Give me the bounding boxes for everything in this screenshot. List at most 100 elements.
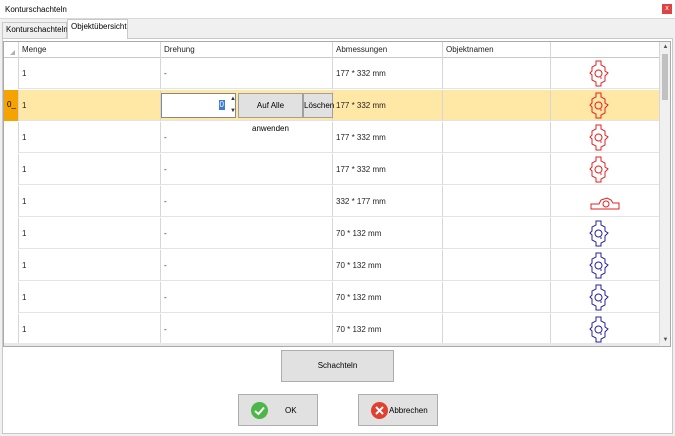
window-title: Konturschachteln [5, 5, 67, 14]
contour-shape-icon [589, 284, 609, 311]
cell-shape [551, 218, 660, 249]
spin-up-icon[interactable]: ▲ [229, 93, 237, 105]
cell-menge[interactable]: 1 [19, 58, 161, 89]
abbrechen-button[interactable]: Abbrechen [358, 394, 438, 426]
abbrechen-label: Abbrechen [389, 406, 428, 415]
table-row[interactable]: 1-177 * 332 mm [4, 154, 660, 185]
cell-shape [551, 314, 660, 345]
cell-abmessungen: 70 * 132 mm [333, 314, 443, 345]
table-row[interactable]: 1-332 * 177 mm [4, 186, 660, 217]
column-header-objektnamen[interactable]: Objektnamen [443, 42, 551, 58]
row-header[interactable] [4, 58, 19, 89]
table-row[interactable]: 1-70 * 132 mm [4, 218, 660, 249]
contour-shape-icon [590, 197, 620, 210]
contour-shape-icon [589, 60, 609, 87]
row-header[interactable] [4, 250, 19, 281]
object-grid[interactable]: Menge Drehung Abmessungen Objektnamen 1-… [3, 41, 671, 347]
scroll-thumb[interactable] [662, 54, 668, 100]
cell-objektnamen [443, 186, 551, 217]
tab-konturschachteln[interactable]: Konturschachteln [2, 22, 68, 38]
column-header-menge[interactable]: Menge [19, 42, 161, 58]
cell-objektnamen [443, 90, 551, 121]
cell-abmessungen: 70 * 132 mm [333, 218, 443, 249]
table-row[interactable]: 1-70 * 132 mm [4, 314, 660, 345]
cell-drehung[interactable]: - [161, 250, 333, 281]
column-header-drehung[interactable]: Drehung [161, 42, 333, 58]
cell-abmessungen: 332 * 177 mm [333, 186, 443, 217]
cell-objektnamen [443, 218, 551, 249]
table-row[interactable]: 0_ 1 0 ▲ ▼ Auf Alle anwenden Löschen 177 * 332 … [4, 90, 660, 133]
cell-abmessungen: 70 * 132 mm [333, 250, 443, 281]
cell-drehung[interactable]: - [161, 186, 333, 217]
table-row[interactable]: 1-70 * 132 mm [4, 250, 660, 281]
cell-objektnamen [443, 314, 551, 345]
drehung-stepper[interactable]: ▲ ▼ [229, 93, 237, 118]
delete-button[interactable]: Löschen [303, 93, 334, 118]
cell-abmessungen: 70 * 132 mm [333, 282, 443, 313]
cell-menge[interactable]: 1 [19, 122, 161, 153]
row-header[interactable] [4, 154, 19, 185]
contour-shape-icon [589, 316, 609, 343]
cell-shape [551, 154, 660, 185]
contour-shape-icon [589, 92, 609, 119]
drehung-value: 0 [218, 100, 225, 110]
drehung-input[interactable]: 0 [161, 93, 236, 118]
row-pointer: 0_ [7, 100, 16, 109]
check-circle-icon [251, 402, 268, 419]
close-icon[interactable]: x [662, 4, 672, 14]
row-header[interactable]: 0_ [4, 90, 19, 121]
column-header-abmessungen[interactable]: Abmessungen [333, 42, 443, 58]
cell-objektnamen [443, 58, 551, 89]
contour-shape-icon [589, 252, 609, 279]
cell-drehung[interactable]: - [161, 58, 333, 89]
cell-drehung[interactable]: - [161, 218, 333, 249]
cell-menge[interactable]: 1 [19, 218, 161, 249]
row-header[interactable] [4, 282, 19, 313]
cell-drehung[interactable]: - [161, 314, 333, 345]
cell-objektnamen [443, 154, 551, 185]
contour-shape-icon [589, 124, 609, 151]
row-header[interactable] [4, 186, 19, 217]
cell-shape [551, 186, 660, 217]
ok-button[interactable]: OK [238, 394, 318, 426]
cell-menge[interactable]: 1 [19, 90, 161, 121]
grid-header: Menge Drehung Abmessungen Objektnamen [4, 42, 660, 58]
vertical-scrollbar[interactable]: ▲ ▼ [659, 42, 670, 346]
x-circle-icon [371, 402, 388, 419]
row-header[interactable] [4, 122, 19, 153]
schachteln-button[interactable]: Schachteln [281, 350, 394, 382]
tab-objektuebersicht[interactable]: Objektübersicht [67, 19, 128, 39]
cell-menge[interactable]: 1 [19, 154, 161, 185]
contour-shape-icon [589, 220, 609, 247]
spin-down-icon[interactable]: ▼ [229, 105, 237, 117]
cell-shape [551, 122, 660, 153]
cell-abmessungen: 177 * 332 mm [333, 154, 443, 185]
cell-abmessungen: 177 * 332 mm [333, 90, 443, 121]
ok-label: OK [285, 406, 297, 415]
cell-objektnamen [443, 250, 551, 281]
apply-all-button[interactable]: Auf Alle anwenden [238, 93, 303, 133]
cell-menge[interactable]: 1 [19, 314, 161, 345]
cell-drehung[interactable]: - [161, 122, 333, 153]
cell-shape [551, 90, 660, 121]
cell-shape [551, 250, 660, 281]
tab-strip: Konturschachteln Objektübersicht [2, 19, 673, 39]
cell-shape [551, 58, 660, 89]
cell-drehung[interactable]: - [161, 282, 333, 313]
cell-shape [551, 282, 660, 313]
table-row[interactable]: 1-177 * 332 mm [4, 122, 660, 153]
row-header[interactable] [4, 218, 19, 249]
row-header[interactable] [4, 314, 19, 345]
cell-objektnamen [443, 122, 551, 153]
horizontal-scrollbar[interactable] [4, 343, 660, 346]
sort-corner-icon[interactable] [4, 42, 19, 58]
cell-objektnamen [443, 282, 551, 313]
scroll-down-icon[interactable]: ▼ [660, 335, 670, 346]
cell-drehung[interactable]: - [161, 154, 333, 185]
scroll-up-icon[interactable]: ▲ [660, 42, 670, 53]
table-row[interactable]: 1-177 * 332 mm [4, 58, 660, 89]
table-row[interactable]: 1-70 * 132 mm [4, 282, 660, 313]
cell-menge[interactable]: 1 [19, 282, 161, 313]
cell-menge[interactable]: 1 [19, 186, 161, 217]
cell-menge[interactable]: 1 [19, 250, 161, 281]
